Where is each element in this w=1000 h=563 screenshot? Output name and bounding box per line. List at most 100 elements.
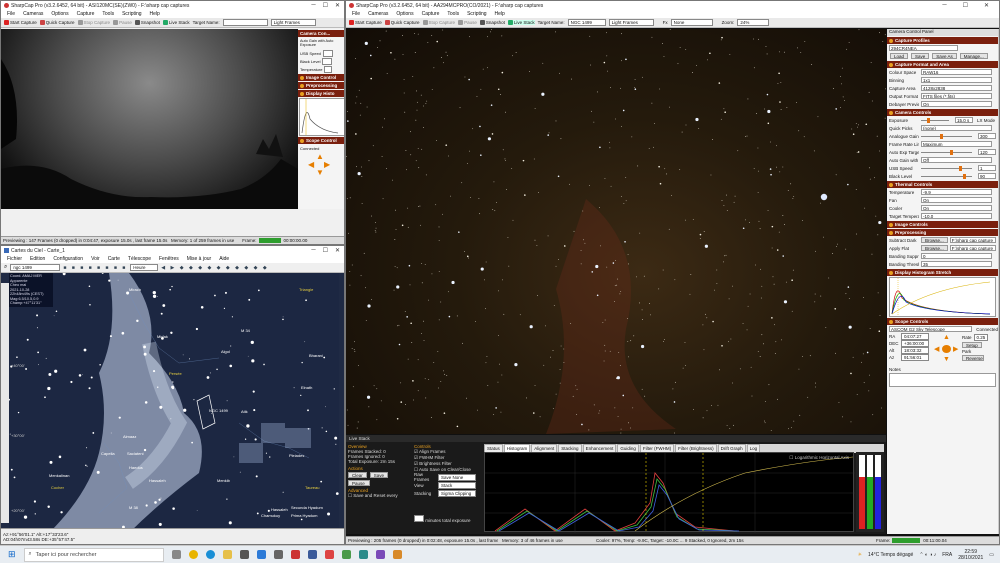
close-icon[interactable]: ✕ xyxy=(335,2,340,9)
control-value[interactable]: 4128x2838 xyxy=(921,85,992,91)
control-slider[interactable] xyxy=(921,149,972,155)
profile-select[interactable]: 294CR4NEA xyxy=(889,45,958,51)
control-value[interactable]: FITS files (*.fits) xyxy=(921,93,992,99)
target-name-input[interactable]: NGC 1499 xyxy=(567,19,606,26)
stack-histogram[interactable]: ☐ Logarithmic Horizontal Axis xyxy=(484,452,855,533)
lx-mode-checkbox[interactable]: LX Mode xyxy=(977,118,995,123)
control-value[interactable]: 120 xyxy=(978,149,996,155)
camera-controls-header[interactable]: Camera Controls xyxy=(887,109,998,116)
control-value[interactable]: 300 xyxy=(978,133,996,139)
notification-icon[interactable]: ▭ xyxy=(989,552,994,558)
raw-frames-select[interactable]: Save None xyxy=(438,473,476,481)
menu-item[interactable]: Cameras xyxy=(23,11,43,17)
menu-item[interactable]: Help xyxy=(150,11,160,17)
park-checkbox[interactable]: Park xyxy=(962,349,994,354)
usb-speed-field[interactable] xyxy=(322,49,333,57)
control-slider[interactable] xyxy=(921,165,972,171)
menu-item[interactable]: Cameras xyxy=(368,11,388,17)
start-capture-button[interactable]: Start Capture xyxy=(349,20,382,25)
menu-item[interactable]: Voir xyxy=(91,256,100,262)
notes-field[interactable] xyxy=(889,373,996,387)
settings-icon[interactable] xyxy=(273,550,283,559)
slider-knob[interactable] xyxy=(963,173,967,179)
close-icon[interactable]: ✕ xyxy=(335,247,340,254)
red-level-bar[interactable] xyxy=(859,455,865,529)
thermal-controls-header[interactable]: Thermal Controls xyxy=(887,181,998,188)
display-histogram-section[interactable]: Display Histo xyxy=(298,90,344,97)
windows-start-icon[interactable]: ⊞ xyxy=(8,549,16,560)
store-icon[interactable] xyxy=(239,550,249,559)
menu-item[interactable]: Scripting xyxy=(122,11,141,17)
minimize-icon[interactable]: ─ xyxy=(311,2,315,9)
setup-button[interactable]: Setup xyxy=(962,342,982,348)
clock[interactable]: 22:59 28/10/2021 xyxy=(958,549,983,561)
black-level-field[interactable] xyxy=(322,57,333,65)
profile-save-button[interactable]: Save xyxy=(911,53,930,59)
menu-item[interactable]: Options xyxy=(396,11,413,17)
control-value[interactable]: Off xyxy=(921,157,992,163)
language-indicator[interactable]: FRA xyxy=(942,552,952,558)
connected-checkbox[interactable]: Connected xyxy=(976,327,998,332)
maximize-icon[interactable]: ☐ xyxy=(963,2,968,9)
edge-icon[interactable] xyxy=(205,550,215,559)
browse-button[interactable]: Browse... xyxy=(921,237,948,243)
menu-item[interactable]: Fenêtres xyxy=(159,256,179,262)
chrome-icon[interactable] xyxy=(188,550,198,559)
arrow-right-icon[interactable]: ▶ xyxy=(324,160,330,169)
stop-icon[interactable] xyxy=(942,345,951,353)
menu-item[interactable]: Tools xyxy=(102,11,114,17)
app-icon[interactable] xyxy=(375,550,385,559)
snapshot-button[interactable]: Snapshot xyxy=(134,20,160,25)
pause-button[interactable]: Pause xyxy=(113,20,132,25)
app-icon[interactable] xyxy=(256,550,266,559)
control-value[interactable]: 0 xyxy=(921,253,992,259)
quick-capture-button[interactable]: Quick Capture xyxy=(384,20,420,25)
profile-load-button[interactable]: Load xyxy=(890,53,909,59)
scope-controls-header[interactable]: Scope Controls xyxy=(887,318,998,325)
preprocessing-section[interactable]: Preprocessing xyxy=(298,82,344,89)
slider-knob[interactable] xyxy=(940,133,944,139)
display-histogram-header[interactable]: Display Histogram Stretch xyxy=(887,269,998,276)
app-icon[interactable] xyxy=(341,550,351,559)
scope-slew-pad[interactable]: ▲ ◀ ▶ ▼ xyxy=(932,333,962,367)
arrow-left-icon[interactable]: ◀ xyxy=(308,160,314,169)
menu-item[interactable]: Capture xyxy=(422,11,440,17)
arrow-left-icon[interactable]: ◀ xyxy=(934,345,939,353)
minutes-field[interactable] xyxy=(414,515,424,522)
weather-text[interactable]: 14°C Temps dégagé xyxy=(868,552,913,558)
capture-format-header[interactable]: Capture Format and Area xyxy=(887,61,998,68)
menu-item[interactable]: Capture xyxy=(77,11,95,17)
start-capture-button[interactable]: Start Capture xyxy=(4,20,37,25)
close-icon[interactable]: ✕ xyxy=(984,2,989,9)
histogram-mini[interactable] xyxy=(299,98,344,136)
frame-type-select[interactable]: Light Frames xyxy=(608,19,654,26)
control-value[interactable]: -9.9 xyxy=(921,189,992,195)
search-icon[interactable]: ⌕ xyxy=(4,264,7,271)
quick-capture-button[interactable]: Quick Capture xyxy=(39,20,75,25)
sky-chart[interactable]: Triangle Persée Cocher Taureau NGC 1499 Mirac… xyxy=(9,273,339,533)
rgb-level-sliders[interactable] xyxy=(856,452,884,532)
reverse-button[interactable]: Reverse xyxy=(962,355,984,361)
frame-type-select[interactable]: Light Frames xyxy=(270,19,316,26)
allsky-preview[interactable] xyxy=(1,29,298,209)
minimize-icon[interactable]: ─ xyxy=(311,247,315,254)
snapshot-button[interactable]: Snapshot xyxy=(479,20,505,25)
control-value[interactable]: -10.0 xyxy=(921,213,992,219)
path-field[interactable]: F:\sharp cap capture xyxy=(949,245,996,251)
stop-capture-button[interactable]: Stop Capture xyxy=(77,20,110,25)
tray-icons[interactable]: ⌃ ◐ ◑ ♪ xyxy=(919,552,936,558)
control-value[interactable]: Maximum xyxy=(921,141,992,147)
scope-select[interactable]: ASCOM G2 Sky Telescope xyxy=(889,326,973,332)
cartes-du-ciel-icon[interactable] xyxy=(307,550,317,559)
live-stack-button[interactable]: Live Stack xyxy=(162,20,190,25)
target-name-input[interactable] xyxy=(222,19,268,26)
menu-item[interactable]: Configuration xyxy=(53,256,83,262)
slider-knob[interactable] xyxy=(926,117,930,123)
control-value[interactable]: On xyxy=(921,101,992,107)
menu-item[interactable]: Edition xyxy=(30,256,45,262)
app-icon[interactable] xyxy=(392,550,402,559)
rate-select[interactable]: 0.25 xyxy=(973,334,988,341)
menu-item[interactable]: Fichier xyxy=(7,256,22,262)
arrow-up-icon[interactable]: ▲ xyxy=(943,334,950,341)
arrow-down-icon[interactable]: ▼ xyxy=(943,356,950,363)
